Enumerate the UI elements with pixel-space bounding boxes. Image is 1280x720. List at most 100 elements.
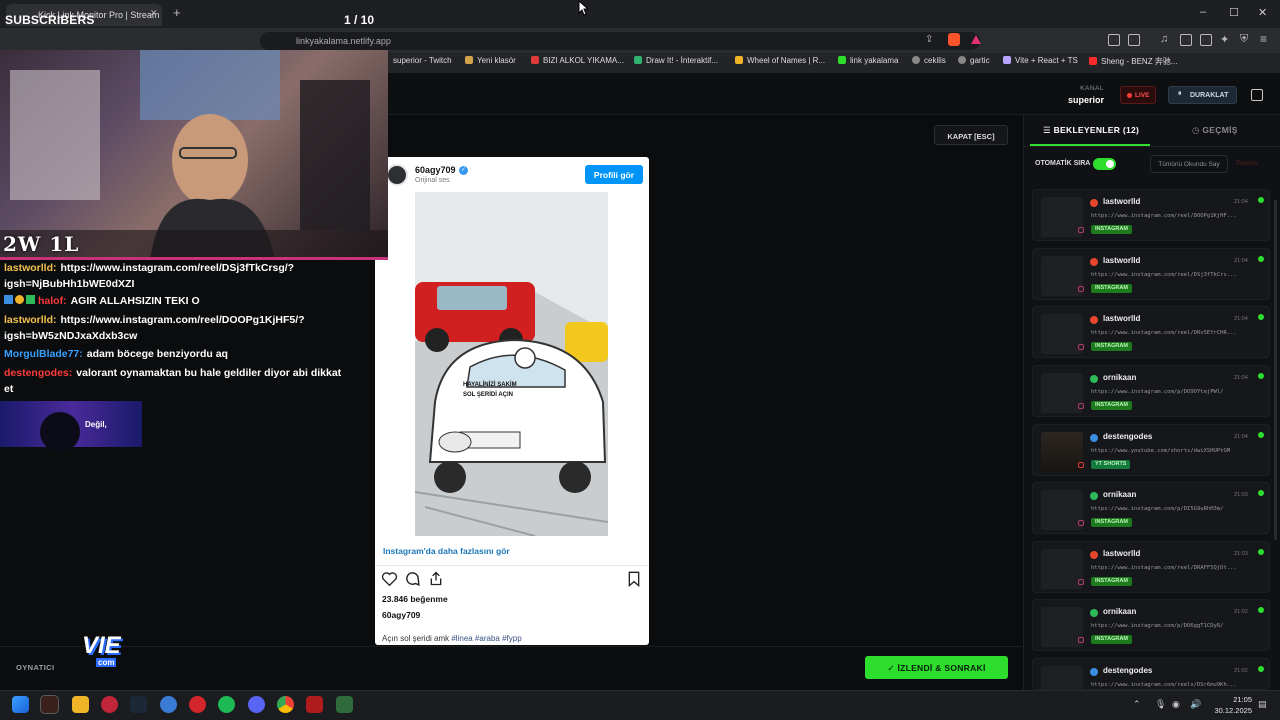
mic-icon[interactable]: 🎙 — [1155, 699, 1166, 710]
app-icon[interactable] — [160, 696, 177, 713]
queue-item[interactable]: ornikaan 21:02 https://www.instagram.com… — [1032, 599, 1270, 651]
brave-taskbar-icon[interactable] — [40, 695, 59, 714]
auto-queue-label: OTOMATİK SIRA — [1035, 160, 1091, 167]
address-bar[interactable]: linkyakalama.netlify.app — [260, 32, 980, 50]
pause-label: DURAKLAT — [1190, 92, 1229, 99]
more-on-instagram-link[interactable]: Instagram'da daha fazlasını gör — [383, 546, 510, 556]
vpn-icon[interactable]: ⛨ — [1240, 33, 1248, 46]
avatar[interactable] — [386, 164, 408, 186]
extension-icon[interactable] — [1108, 34, 1120, 46]
platform-badge: INSTAGRAM — [1091, 518, 1132, 527]
queue-time: 21:02 — [1234, 668, 1248, 674]
kick-platform-icon — [1090, 551, 1098, 559]
bookmark-item[interactable]: superior - Twitch — [393, 56, 452, 65]
notification-icon[interactable]: ▤ — [1258, 699, 1267, 710]
wifi-icon[interactable]: ◉ — [1172, 699, 1180, 710]
queue-item[interactable]: lastworlld 21:03 https://www.instagram.c… — [1032, 541, 1270, 593]
tab-history[interactable]: ◷ GEÇMİŞ — [1192, 125, 1238, 136]
queue-time: 21:04 — [1234, 434, 1248, 440]
mark-all-read-button[interactable]: Tümünü Okundu Say — [1150, 155, 1228, 173]
bookmark-item[interactable]: Wheel of Names | R... — [735, 56, 825, 65]
bookmark-icon[interactable] — [627, 571, 641, 587]
live-badge[interactable]: LIVE — [1120, 86, 1156, 104]
score-display: 2W 1L — [3, 232, 80, 256]
minimize-icon[interactable]: – — [1200, 6, 1206, 18]
discord-icon[interactable] — [248, 696, 265, 713]
thumbnail — [1041, 432, 1084, 472]
app-icon[interactable] — [336, 696, 353, 713]
caption-username[interactable]: 60agy709 — [382, 610, 420, 620]
queue-username: ornikaan — [1103, 607, 1137, 616]
chevron-up-icon[interactable]: ⌃ — [1133, 699, 1141, 710]
share-icon[interactable]: ⇪ — [925, 34, 933, 45]
app-icon[interactable] — [306, 696, 323, 713]
bookmark-item[interactable]: gartic — [958, 56, 990, 65]
like-icon[interactable] — [381, 571, 398, 586]
chrome-icon[interactable] — [277, 696, 294, 713]
tab-close-icon[interactable]: ✕ — [150, 8, 158, 19]
app-icon[interactable] — [189, 696, 206, 713]
close-window-icon[interactable]: ✕ — [1258, 6, 1267, 19]
bookmark-item[interactable]: Yeni klasör — [465, 56, 516, 65]
queue-url: https://www.youtube.com/shorts/dwiXSHUPt… — [1091, 448, 1231, 454]
chat-username: MorgulBlade77: — [4, 348, 83, 360]
close-viewer-button[interactable]: KAPAT [ESC] — [934, 125, 1008, 145]
online-dot — [1258, 490, 1264, 496]
watched-next-button[interactable]: ✓ İZLENDİ & SONRAKİ — [865, 656, 1008, 679]
chat-message: halof: AGIR ALLAHSIZIN TEKI O — [4, 294, 344, 310]
queue-item[interactable]: lastworlld 21:04 https://www.instagram.c… — [1032, 248, 1270, 300]
instagram-icon — [1078, 227, 1084, 233]
bookmark-item[interactable]: link yakalama — [838, 56, 898, 65]
app-icon[interactable] — [101, 696, 118, 713]
bookmark-item[interactable]: cekilis — [912, 56, 946, 65]
view-profile-button[interactable]: Profili gör — [585, 165, 643, 184]
media-icon[interactable]: ♫ — [1160, 33, 1168, 45]
clear-button[interactable]: Temizle — [1236, 160, 1258, 167]
file-explorer-icon[interactable] — [72, 696, 89, 713]
maximize-icon[interactable]: ☐ — [1229, 6, 1239, 19]
thumbnail — [1041, 197, 1084, 237]
bookmark-item[interactable]: BIZI ALKOL YIKAMA... — [531, 56, 624, 65]
kick-platform-icon — [1090, 316, 1098, 324]
alert-text: Değil, — [85, 420, 107, 429]
brave-shield-icon[interactable] — [948, 33, 960, 46]
brave-rewards-icon[interactable] — [971, 35, 981, 44]
queue-item[interactable]: destengodes 21:04 https://www.youtube.co… — [1032, 424, 1270, 476]
spotify-icon[interactable] — [218, 696, 235, 713]
volume-icon[interactable]: 🔊 — [1190, 699, 1201, 710]
queue-item[interactable]: ornikaan 21:04 https://www.instagram.com… — [1032, 365, 1270, 417]
queue-item[interactable]: lastworlld 21:04 https://www.instagram.c… — [1032, 189, 1270, 241]
menu-icon[interactable]: ≡ — [1260, 32, 1267, 46]
wallet-icon[interactable] — [1200, 34, 1212, 46]
tab-waiting[interactable]: ☰ BEKLEYENLER (12) — [1043, 125, 1139, 136]
steam-icon[interactable] — [130, 696, 147, 713]
share-icon[interactable] — [428, 570, 444, 587]
thumbnail — [1041, 256, 1084, 296]
new-tab-button[interactable]: + — [173, 5, 181, 20]
pause-button[interactable]: DURAKLAT — [1168, 86, 1237, 104]
thumbnail — [1041, 549, 1084, 589]
queue-username: ornikaan — [1103, 490, 1137, 499]
windows-start-icon[interactable] — [12, 696, 29, 713]
bookmark-item[interactable]: Sheng - BENZ 奔驰... — [1089, 56, 1177, 67]
online-dot — [1258, 197, 1264, 203]
caption-hashtags[interactable]: #linea #araba #fypp — [451, 634, 521, 643]
bookmark-item[interactable]: Vite + React + TS — [1003, 56, 1078, 65]
queue-time: 21:03 — [1234, 492, 1248, 498]
comment-icon[interactable] — [404, 570, 421, 587]
auto-queue-toggle[interactable] — [1093, 158, 1116, 170]
post-image[interactable]: HAYALİNİZİ ŞAKİM SOL ŞERİDİ AÇIN — [415, 192, 608, 536]
queue-item[interactable]: ornikaan 21:03 https://www.instagram.com… — [1032, 482, 1270, 534]
badge-icon — [15, 295, 24, 304]
queue-item[interactable]: lastworlld 21:04 https://www.instagram.c… — [1032, 306, 1270, 358]
browser-tab-bar — [0, 0, 1280, 28]
post-username[interactable]: 60agy709 — [415, 165, 456, 175]
panel-scrollbar[interactable] — [1274, 200, 1277, 540]
sidebar-icon[interactable] — [1180, 34, 1192, 46]
capture-icon[interactable] — [1128, 34, 1140, 46]
system-clock[interactable]: 21:05 30.12.2025 — [1212, 694, 1252, 716]
external-link-icon[interactable] — [1251, 89, 1263, 101]
queue-item[interactable]: destengodes 21:02 https://www.instagram.… — [1032, 658, 1270, 690]
leo-icon[interactable]: ✦ — [1220, 33, 1229, 46]
bookmark-item[interactable]: Draw It! - İnteraktif... — [634, 56, 718, 65]
